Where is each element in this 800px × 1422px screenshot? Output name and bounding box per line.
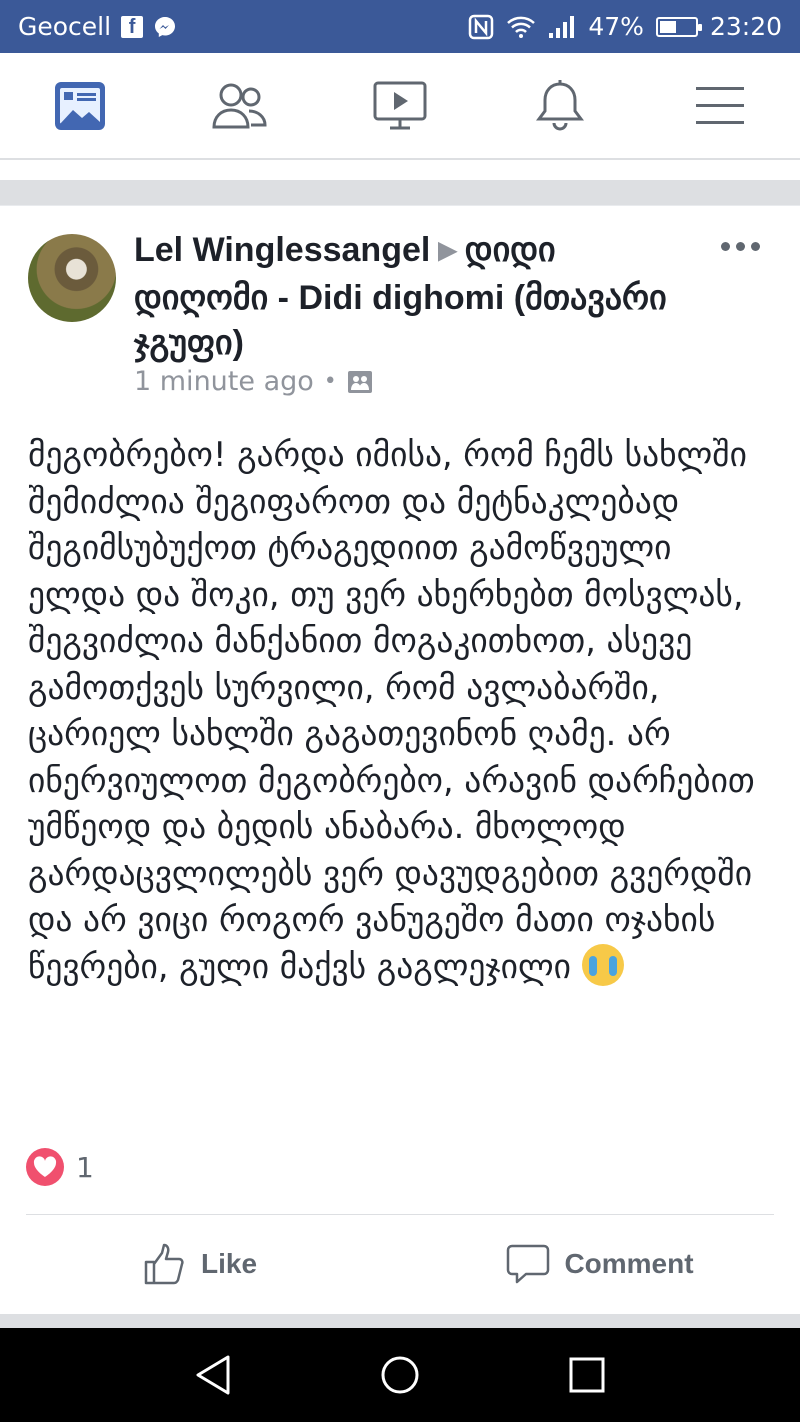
spacer [0,160,800,180]
facebook-icon: f [121,15,144,38]
like-button[interactable]: Like [0,1216,400,1312]
messenger-icon [153,15,177,39]
hamburger-menu-icon [696,86,744,124]
news-feed-icon [55,81,105,130]
carrier-name: Geocell [18,12,112,41]
screen: Geocell f 47% 23:20 Lel Winglessangel ▶ … [0,0,800,1422]
recents-button[interactable] [557,1345,617,1405]
feed-separator [0,1314,800,1328]
post-actions: Like Comment [0,1216,800,1312]
group-audience-icon [347,370,372,393]
wifi-icon [506,15,536,39]
dot-icon [721,242,730,251]
reaction-count: 1 [76,1150,94,1184]
tab-news-feed[interactable] [40,66,120,146]
dot-icon [751,242,760,251]
meta-separator: • [323,369,337,394]
tab-menu[interactable] [680,66,760,146]
post-timestamp[interactable]: 1 minute ago [134,366,314,397]
signal-icon [548,15,576,39]
post-body: მეგობრებო! გარდა იმისა, რომ ჩემს სახლში … [28,432,778,990]
back-button[interactable] [183,1345,243,1405]
post-meta: 1 minute ago • [134,366,373,397]
home-button[interactable] [370,1345,430,1405]
reactions-summary[interactable]: 1 [26,1148,94,1186]
home-icon [381,1356,419,1394]
clock: 23:20 [709,12,782,41]
arrow-icon: ▶ [438,237,457,264]
tab-watch[interactable] [360,66,440,146]
nfc-icon [468,14,494,40]
crying-face-icon [581,943,624,986]
like-label: Like [200,1248,258,1279]
battery-percent: 47% [588,12,644,41]
divider [26,1214,774,1215]
heart-icon [26,1148,64,1186]
comment-icon [507,1244,550,1284]
comment-button[interactable]: Comment [400,1216,800,1312]
post-text: მეგობრებო! გარდა იმისა, რომ ჩემს სახლში … [28,435,766,986]
dot-icon [736,242,745,251]
friends-icon [212,83,267,128]
comment-label: Comment [564,1248,694,1279]
video-icon [373,81,427,129]
author-name[interactable]: Lel Winglessangel [134,231,430,269]
feed-separator [0,180,800,205]
tab-friends[interactable] [200,66,280,146]
more-options-button[interactable] [721,242,760,251]
thumbs-up-icon [144,1243,184,1285]
system-navigation-bar [0,1328,800,1422]
tab-notifications[interactable] [520,66,600,146]
top-navigation [0,53,800,160]
bell-icon [536,79,584,130]
recents-icon [569,1357,605,1393]
post-header: Lel Winglessangel ▶ დიდი დიღომი - Didi dig… [134,228,694,366]
battery-level [659,20,676,33]
avatar[interactable] [28,234,116,322]
back-icon [196,1355,230,1395]
battery-icon [655,16,702,37]
status-bar: Geocell f 47% 23:20 [0,0,800,53]
feed-post: Lel Winglessangel ▶ დიდი დიღომი - Didi dig… [0,206,800,1314]
